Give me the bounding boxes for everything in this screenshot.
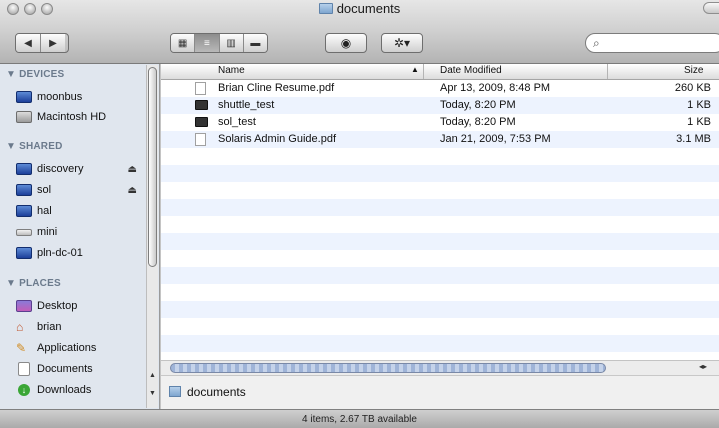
sidebar-section-shared: ▼ SHARED (6, 141, 63, 152)
file-list: Name ▲ Date Modified Size Brian Cline Re… (161, 64, 719, 409)
column-size[interactable]: Size (684, 65, 703, 76)
sidebar-item-discovery[interactable]: discovery (16, 160, 144, 178)
sidebar-item-sol[interactable]: sol (16, 181, 51, 199)
action-menu-button[interactable]: ✲▾ (381, 33, 423, 53)
column-name[interactable]: Name (218, 65, 245, 76)
list-view-icon[interactable]: ≡ (195, 34, 220, 52)
table-row[interactable]: shuttle_test Today, 8:20 PM 1 KB (161, 97, 719, 114)
back-forward-control: ◀ ▶ (15, 33, 69, 53)
table-row[interactable]: sol_test Today, 8:20 PM 1 KB (161, 114, 719, 131)
executable-icon (195, 100, 208, 110)
sidebar-item-mini[interactable]: mini (16, 223, 57, 241)
back-arrow-icon[interactable]: ◀ (16, 34, 41, 52)
table-row[interactable]: Solaris Admin Guide.pdf Jan 21, 2009, 7:… (161, 131, 719, 148)
sort-ascending-icon: ▲ (411, 65, 419, 74)
folder-icon (169, 386, 181, 397)
downloads-icon: ↓ (18, 384, 30, 396)
path-bar-item[interactable]: documents (187, 385, 246, 399)
sidebar-item-macintosh-hd[interactable]: Macintosh HD (16, 108, 106, 126)
search-icon: ⌕ (593, 36, 600, 50)
sidebar-item-applications[interactable]: ✎ Applications (16, 339, 96, 357)
network-computer-icon (16, 247, 32, 259)
applications-icon: ✎ (16, 341, 27, 355)
eject-icon[interactable]: ⏏ (128, 164, 137, 175)
sidebar-item-hal[interactable]: hal (16, 202, 52, 220)
documents-icon (18, 362, 30, 376)
executable-icon (195, 117, 208, 127)
quicklook-button[interactable]: ◉ (325, 33, 367, 53)
sidebar-item-brian[interactable]: ⌂ brian (16, 318, 61, 336)
sidebar-scrollbar[interactable]: ▲ ▼ (146, 65, 158, 408)
sidebar: ▼ DEVICES moonbus Macintosh HD ▼ SHARED … (0, 64, 160, 409)
home-icon: ⌂ (16, 320, 24, 334)
sidebar-item-documents[interactable]: Documents (16, 360, 93, 378)
mac-mini-icon (16, 228, 32, 236)
column-view-icon[interactable]: ▥ (219, 34, 244, 52)
sidebar-scroll-thumb[interactable] (148, 67, 157, 267)
hard-drive-icon (16, 111, 32, 123)
gear-icon: ✲▾ (393, 36, 411, 50)
eject-icon[interactable]: ⏏ (128, 185, 137, 196)
column-date-modified[interactable]: Date Modified (440, 65, 502, 76)
sidebar-item-pln-dc-01[interactable]: pln-dc-01 (16, 244, 83, 262)
desktop-icon (16, 300, 32, 312)
network-computer-icon (16, 163, 32, 175)
table-row[interactable]: Brian Cline Resume.pdf Apr 13, 2009, 8:4… (161, 80, 719, 97)
search-field[interactable]: ⌕ (585, 33, 719, 53)
pdf-document-icon (195, 133, 206, 146)
horizontal-scroll-thumb[interactable] (170, 363, 606, 373)
toolbar-toggle-button[interactable] (703, 2, 719, 14)
status-bar: 4 items, 2.67 TB available (0, 409, 719, 428)
scroll-arrows-icon[interactable]: ◂▸ (699, 362, 707, 371)
sidebar-item-desktop[interactable]: Desktop (16, 297, 77, 315)
eye-icon: ◉ (340, 36, 352, 50)
view-mode-control: ▦ ≡ ▥ ▬ (170, 33, 268, 53)
window-toolbar: documents ◀ ▶ ▦ ≡ ▥ ▬ ◉ ✲▾ ⌕ (0, 0, 719, 64)
sidebar-item-moonbus[interactable]: moonbus (16, 88, 82, 106)
window-title: documents (0, 1, 719, 16)
sidebar-section-devices: ▼ DEVICES (6, 69, 65, 80)
column-header: Name ▲ Date Modified Size (161, 64, 719, 80)
path-bar: documents (161, 375, 719, 409)
pdf-document-icon (195, 82, 206, 95)
coverflow-view-icon[interactable]: ▬ (243, 34, 267, 52)
forward-arrow-icon[interactable]: ▶ (41, 34, 65, 52)
mac-display-icon (16, 91, 32, 103)
horizontal-scrollbar[interactable]: ◂▸ (161, 360, 719, 375)
sidebar-section-places: ▼ PLACES (6, 278, 61, 289)
network-computer-icon (16, 184, 32, 196)
finder-window: documents ◀ ▶ ▦ ≡ ▥ ▬ ◉ ✲▾ ⌕ ▼ DEVICES m… (0, 0, 719, 428)
scroll-down-arrow-icon[interactable]: ▼ (149, 390, 156, 397)
sidebar-item-downloads[interactable]: ↓ Downloads (16, 381, 91, 399)
icon-view-icon[interactable]: ▦ (171, 34, 196, 52)
network-computer-icon (16, 205, 32, 217)
folder-icon (318, 3, 333, 14)
scroll-up-arrow-icon[interactable]: ▲ (149, 372, 156, 379)
